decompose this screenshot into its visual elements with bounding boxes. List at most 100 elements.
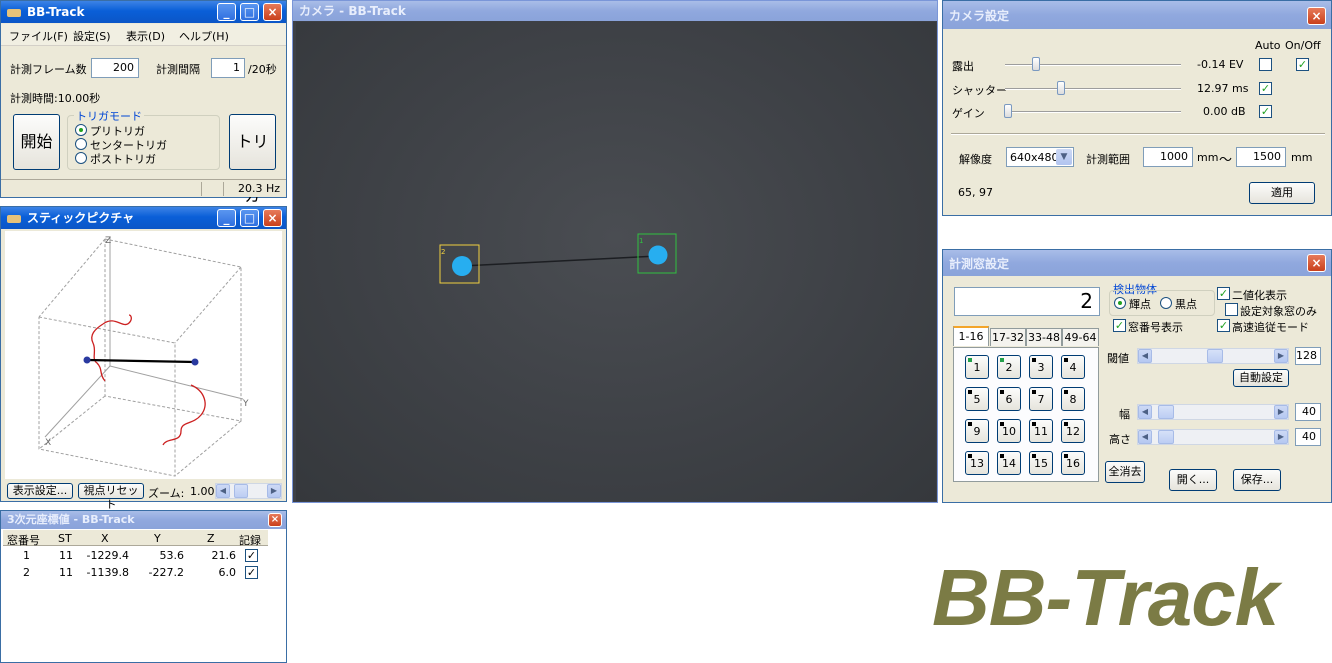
auto-set-button[interactable]: 自動設定 [1233,369,1289,387]
col-x[interactable]: X [101,532,109,545]
col-window-no[interactable]: 窓番号 [7,532,40,548]
window-9-button[interactable]: 9 [965,419,989,443]
shutter-track[interactable] [1005,88,1181,90]
coordinate-titlebar[interactable]: 3次元座標値 - BB-Track [1,511,286,529]
menu-help[interactable]: ヘルプ(H) [179,28,229,44]
maximize-button[interactable]: □ [240,209,259,227]
menu-view[interactable]: 表示(D) [126,28,165,44]
window-13-button[interactable]: 13 [965,451,989,475]
close-button[interactable]: × [1307,254,1326,272]
clear-all-button[interactable]: 全消去 [1105,461,1145,483]
open-button[interactable]: 開く... [1169,469,1217,491]
close-button[interactable]: × [263,209,282,227]
menu-file[interactable]: ファイル(F) [9,28,68,44]
col-st[interactable]: ST [58,532,72,545]
col-z[interactable]: Z [207,532,215,545]
window-6-button[interactable]: 6 [997,387,1021,411]
interval-input[interactable]: 1 [211,58,245,78]
range-min-input[interactable]: 1000 [1143,147,1193,167]
window-12-button[interactable]: 12 [1061,419,1085,443]
shutter-slider-thumb[interactable] [1057,81,1065,95]
range-max-input[interactable]: 1500 [1236,147,1286,167]
scroll-left-icon[interactable]: ◀ [1138,349,1152,363]
scroll-right-icon[interactable]: ▶ [1274,430,1288,444]
height-thumb[interactable] [1158,430,1174,444]
col-y[interactable]: Y [154,532,161,545]
record-checkbox[interactable]: ✓ [245,549,258,562]
tab-1-16[interactable]: 1-16 [953,326,989,346]
window-8-button[interactable]: 8 [1061,387,1085,411]
frame-count-input[interactable]: 200 [91,58,139,78]
window-15-button[interactable]: 15 [1029,451,1053,475]
exposure-auto-checkbox[interactable] [1259,58,1272,71]
height-input[interactable]: 40 [1295,428,1321,446]
window-10-button[interactable]: 10 [997,419,1021,443]
window-1-button[interactable]: 1 [965,355,989,379]
scroll-left-icon[interactable]: ◀ [1138,405,1152,419]
apply-button[interactable]: 適用 [1249,182,1315,204]
gain-track[interactable] [1005,111,1181,113]
window-5-button[interactable]: 5 [965,387,989,411]
tab-49-64[interactable]: 49-64 [1062,328,1099,346]
minimize-button[interactable]: _ [217,209,236,227]
threshold-input[interactable]: 128 [1295,347,1321,365]
window-11-button[interactable]: 11 [1029,419,1053,443]
scroll-right-icon[interactable]: ▶ [1274,349,1288,363]
fast-track-checkbox[interactable]: ✓ [1217,319,1230,332]
stick-canvas[interactable]: Z Y X [5,231,282,479]
menu-settings[interactable]: 設定(S) [73,28,111,44]
tab-33-48[interactable]: 33-48 [1026,328,1062,346]
scroll-left-icon[interactable]: ◀ [1138,430,1152,444]
radio-pre-trigger[interactable] [75,124,87,136]
tab-17-32[interactable]: 17-32 [990,328,1026,346]
zoom-scroll-thumb[interactable] [234,484,248,498]
display-settings-button[interactable]: 表示設定... [7,483,73,499]
window-7-button[interactable]: 7 [1029,387,1053,411]
window-settings-titlebar[interactable]: 計測窓設定 [943,250,1331,276]
gain-auto-checkbox[interactable]: ✓ [1259,105,1272,118]
close-button[interactable]: × [1307,7,1326,25]
window-14-button[interactable]: 14 [997,451,1021,475]
width-thumb[interactable] [1158,405,1174,419]
record-checkbox[interactable]: ✓ [245,566,258,579]
window-number-checkbox[interactable]: ✓ [1113,319,1126,332]
camera-titlebar[interactable]: カメラ - BB-Track [293,1,937,21]
table-row[interactable]: 2 11 -1139.8 -227.2 6.0 ✓ [3,564,268,581]
shutter-auto-checkbox[interactable]: ✓ [1259,82,1272,95]
threshold-scrollbar[interactable]: ◀ ▶ [1137,348,1289,364]
gain-slider-thumb[interactable] [1004,104,1012,118]
scroll-right-icon[interactable]: ▶ [1274,405,1288,419]
start-button[interactable]: 開始 [13,114,60,170]
close-button[interactable]: × [268,513,282,527]
scroll-left-icon[interactable]: ◀ [216,484,230,498]
radio-dark-point[interactable] [1160,297,1172,309]
camera-settings-titlebar[interactable]: カメラ設定 [943,1,1331,29]
radio-bright-point[interactable] [1114,297,1126,309]
window-16-button[interactable]: 16 [1061,451,1085,475]
radio-post-trigger[interactable] [75,152,87,164]
window-3-button[interactable]: 3 [1029,355,1053,379]
camera-image[interactable]: 2 1 [296,22,936,501]
viewpoint-reset-button[interactable]: 視点リセット [78,483,144,511]
binary-display-checkbox[interactable]: ✓ [1217,287,1230,300]
close-button[interactable]: × [263,3,282,21]
zoom-scrollbar[interactable]: ◀ ▶ [215,483,282,499]
target-only-checkbox[interactable] [1225,303,1238,316]
col-record[interactable]: 記録 [239,532,261,548]
width-input[interactable]: 40 [1295,403,1321,421]
exposure-onoff-checkbox[interactable]: ✓ [1296,58,1309,71]
save-button[interactable]: 保存... [1233,469,1281,491]
chevron-down-icon[interactable]: ▼ [1056,149,1072,165]
trigger-button[interactable]: トリガ [229,114,276,205]
maximize-button[interactable]: □ [240,3,259,21]
scroll-right-icon[interactable]: ▶ [267,484,281,498]
table-row[interactable]: 1 11 -1229.4 53.6 21.6 ✓ [3,547,268,564]
window-4-button[interactable]: 4 [1061,355,1085,379]
width-scrollbar[interactable]: ◀ ▶ [1137,404,1289,420]
resolution-select[interactable]: 640x480 ▼ [1006,147,1074,167]
threshold-thumb[interactable] [1207,349,1223,363]
height-scrollbar[interactable]: ◀ ▶ [1137,429,1289,445]
minimize-button[interactable]: _ [217,3,236,21]
exposure-slider-thumb[interactable] [1032,57,1040,71]
window-2-button[interactable]: 2 [997,355,1021,379]
